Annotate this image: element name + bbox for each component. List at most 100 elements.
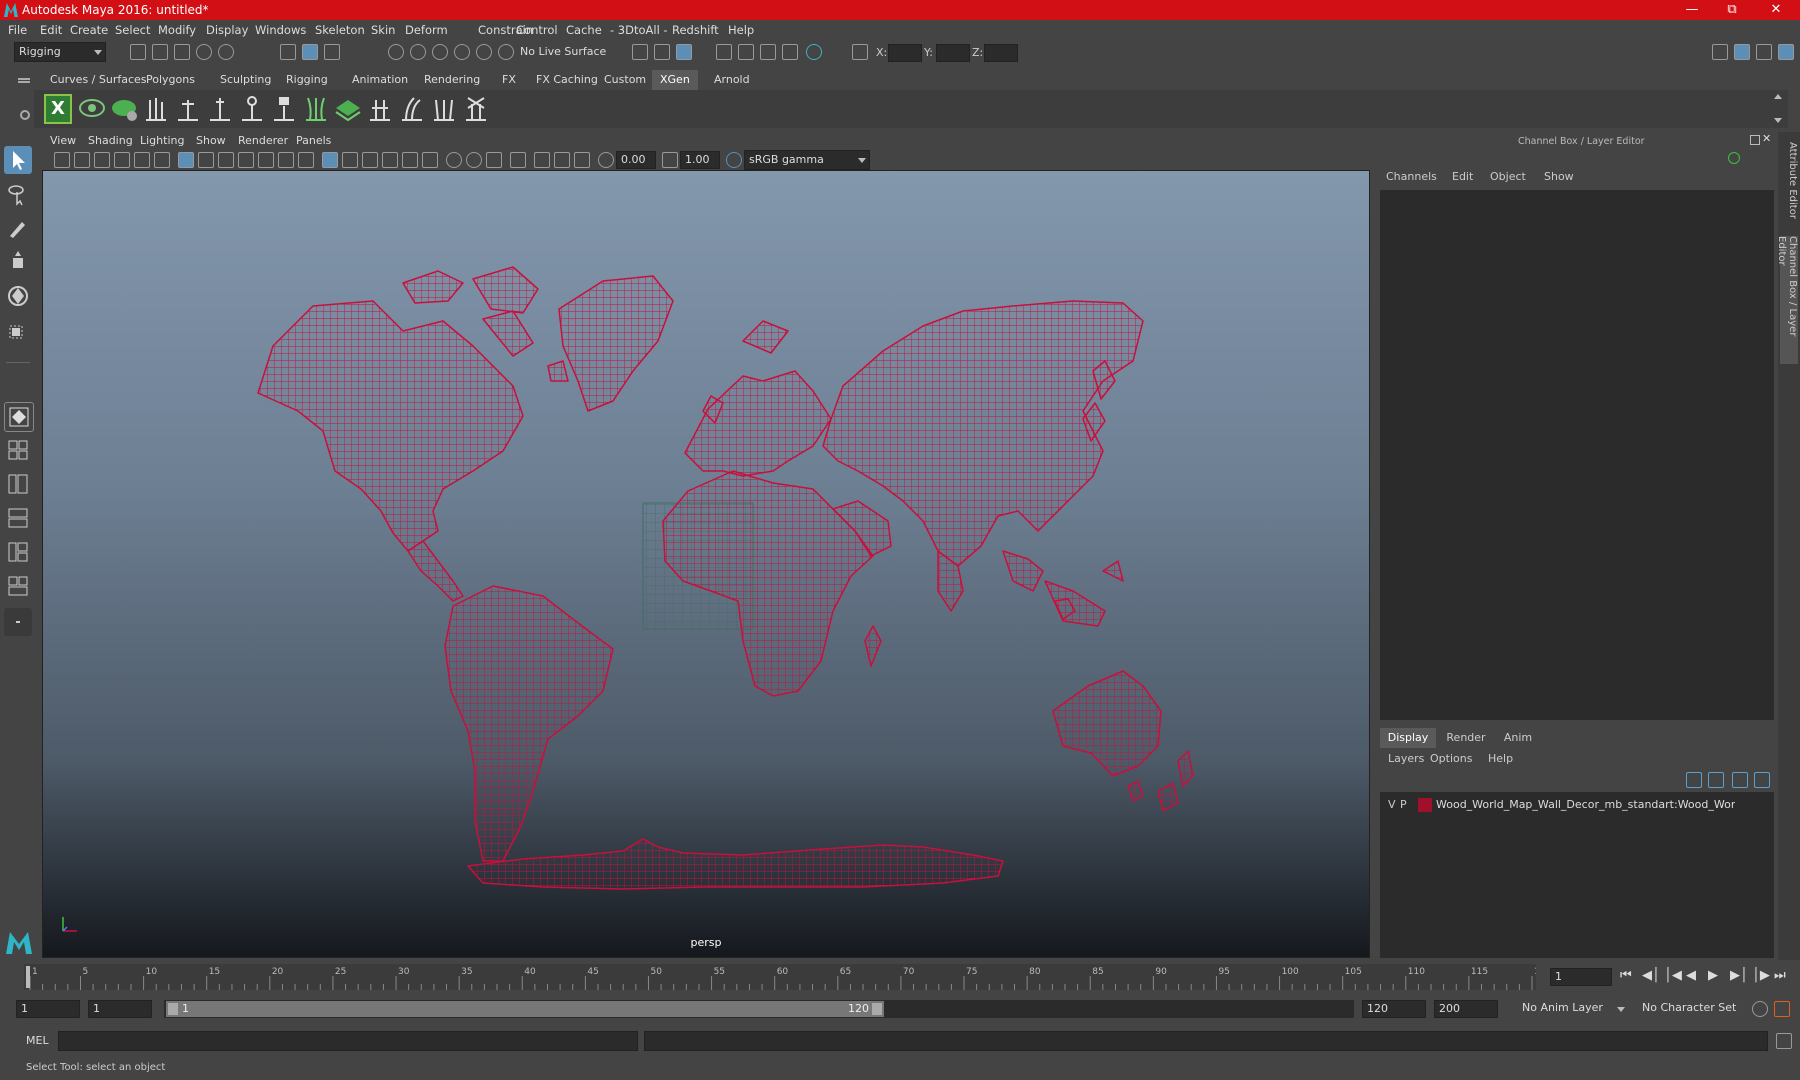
channel-box-side-tab[interactable]: Channel Box / Layer Editor bbox=[1776, 236, 1798, 364]
xgen-length-icon[interactable] bbox=[430, 94, 458, 124]
layer-playback-toggle[interactable]: P bbox=[1400, 798, 1407, 811]
menu-skeleton[interactable]: Skeleton bbox=[315, 23, 365, 37]
gate-mask-icon[interactable] bbox=[238, 152, 254, 168]
rotate-tool-icon[interactable] bbox=[4, 282, 32, 310]
menu-redshift[interactable]: Redshift bbox=[672, 23, 719, 37]
menuset-dropdown[interactable]: Rigging bbox=[14, 42, 106, 62]
anti-aliasing-icon[interactable] bbox=[486, 152, 502, 168]
exposure-icon[interactable] bbox=[598, 152, 614, 168]
arnold-render-icon[interactable] bbox=[806, 44, 822, 60]
select-component-icon[interactable] bbox=[324, 44, 340, 60]
xgen-editor-icon[interactable]: X bbox=[44, 94, 72, 124]
bookmarks-icon[interactable] bbox=[94, 152, 110, 168]
tab-display[interactable]: Display bbox=[1380, 728, 1436, 748]
lasso-tool-icon[interactable] bbox=[4, 180, 32, 208]
xgen-place-guide-icon[interactable] bbox=[206, 94, 234, 124]
menu-edit[interactable]: Edit bbox=[40, 23, 62, 37]
tab-anim[interactable]: Anim bbox=[1496, 728, 1540, 748]
float-panel-icon[interactable] bbox=[1750, 135, 1760, 145]
xgen-preview-icon[interactable] bbox=[78, 94, 106, 124]
select-object-icon[interactable] bbox=[302, 44, 318, 60]
field-chart-icon[interactable] bbox=[258, 152, 274, 168]
maya-home-icon[interactable] bbox=[4, 928, 34, 956]
play-backwards-icon[interactable]: ◀ bbox=[1686, 968, 1696, 983]
layer-color-swatch[interactable] bbox=[1418, 798, 1432, 812]
start-time-field[interactable]: 1 bbox=[16, 1000, 80, 1018]
xgen-lock-guide-icon[interactable] bbox=[270, 94, 298, 124]
safe-title-icon[interactable] bbox=[298, 152, 314, 168]
2d-pan-zoom-icon[interactable] bbox=[134, 152, 150, 168]
default-material-icon[interactable] bbox=[362, 152, 378, 168]
new-empty-layer-icon[interactable] bbox=[1732, 772, 1748, 788]
menu-select[interactable]: Select bbox=[115, 23, 150, 37]
motion-blur-icon[interactable] bbox=[466, 152, 482, 168]
xgen-sculpt-guide-icon[interactable] bbox=[238, 94, 266, 124]
channel-box-toggle-icon[interactable] bbox=[1778, 44, 1794, 60]
undo-icon[interactable] bbox=[196, 44, 212, 60]
shelf-tab-sculpting[interactable]: Sculpting bbox=[212, 70, 279, 90]
smooth-shade-icon[interactable] bbox=[342, 152, 358, 168]
resolution-gate-icon[interactable] bbox=[218, 152, 234, 168]
close-panel-icon[interactable]: ✕ bbox=[1762, 132, 1774, 146]
layer-row[interactable]: V P Wood_World_Map_Wall_Decor_mb_standar… bbox=[1380, 796, 1774, 814]
command-language-label[interactable]: MEL bbox=[26, 1034, 49, 1047]
xgen-guide-icon[interactable] bbox=[142, 94, 170, 124]
construction-history-icon[interactable] bbox=[632, 44, 648, 60]
step-back-key-icon[interactable]: │◀ bbox=[1664, 968, 1682, 983]
world-map-mesh[interactable] bbox=[43, 171, 1370, 958]
select-camera-icon[interactable] bbox=[54, 152, 70, 168]
attribute-editor-toggle-icon[interactable] bbox=[1734, 44, 1750, 60]
gamma-field[interactable]: 1.00 bbox=[680, 151, 720, 169]
redo-icon[interactable] bbox=[218, 44, 234, 60]
render-settings-icon[interactable] bbox=[738, 44, 754, 60]
time-slider-track[interactable]: 1 5 10 15 20 25 30 35 40 45 50 55 60 65 70 75 80 85 90 95 10… bbox=[24, 964, 1536, 990]
viewport-menu-renderer[interactable]: Renderer bbox=[238, 134, 288, 147]
render-frame-icon[interactable] bbox=[716, 44, 732, 60]
persp-graph-layout-icon[interactable] bbox=[4, 504, 32, 532]
step-back-frame-icon[interactable]: ◀│ bbox=[1642, 968, 1660, 983]
viewport-menu-panels[interactable]: Panels bbox=[296, 134, 331, 147]
viewport-menu-lighting[interactable]: Lighting bbox=[140, 134, 184, 147]
object-menu[interactable]: Object bbox=[1490, 170, 1526, 183]
persp-outliner-layout-icon[interactable] bbox=[4, 470, 32, 498]
menu-3dtoall[interactable]: - 3DtoAll - bbox=[610, 23, 668, 37]
persp-hypershade-layout-icon[interactable] bbox=[4, 538, 32, 566]
options-menu[interactable]: Options bbox=[1430, 752, 1472, 765]
z-field[interactable] bbox=[984, 44, 1018, 62]
scale-tool-icon[interactable] bbox=[4, 316, 32, 344]
channel-list[interactable] bbox=[1380, 190, 1774, 720]
shelf-tab-arnold[interactable]: Arnold bbox=[706, 70, 758, 90]
menu-deform[interactable]: Deform bbox=[405, 23, 448, 37]
playback-end-field[interactable]: 120 bbox=[1362, 1000, 1426, 1018]
snap-grid-icon[interactable] bbox=[388, 44, 404, 60]
viewport-menu-show[interactable]: Show bbox=[196, 134, 226, 147]
shelf-tab-fx-caching[interactable]: FX Caching bbox=[528, 70, 606, 90]
shelf-tab-fx[interactable]: FX bbox=[494, 70, 524, 90]
minimize-icon[interactable]: — bbox=[1672, 0, 1712, 20]
range-start-grip[interactable] bbox=[168, 1003, 178, 1015]
xgen-width-icon[interactable] bbox=[366, 94, 394, 124]
select-hierarchy-icon[interactable] bbox=[280, 44, 296, 60]
new-scene-icon[interactable] bbox=[130, 44, 146, 60]
live-surface-field[interactable]: No Live Surface bbox=[516, 44, 610, 62]
new-layer-selected-icon[interactable] bbox=[1754, 772, 1770, 788]
menu-windows[interactable]: Windows bbox=[255, 23, 306, 37]
script-editor-icon[interactable] bbox=[1776, 1033, 1792, 1049]
xgen-description-icon[interactable] bbox=[110, 94, 138, 124]
toolbox-more-icon[interactable] bbox=[4, 608, 32, 636]
shelf-tab-polygons[interactable]: Polygons bbox=[138, 70, 203, 90]
y-field[interactable] bbox=[936, 44, 970, 62]
ipr-render-icon[interactable] bbox=[676, 44, 692, 60]
menu-file[interactable]: File bbox=[8, 23, 27, 37]
gamma-icon[interactable] bbox=[662, 152, 678, 168]
attribute-editor-side-tab[interactable]: Attribute Editor bbox=[1780, 142, 1798, 222]
menu-cache[interactable]: Cache bbox=[566, 23, 602, 37]
transform-mode-icon[interactable] bbox=[852, 44, 868, 60]
layer-name[interactable]: Wood_World_Map_Wall_Decor_mb_standart:Wo… bbox=[1436, 798, 1735, 811]
menu-help[interactable]: Help bbox=[728, 23, 754, 37]
select-tool-icon[interactable] bbox=[4, 146, 32, 174]
character-set-dropdown[interactable]: No Character Set bbox=[1638, 1000, 1748, 1018]
end-time-field[interactable]: 200 bbox=[1434, 1000, 1498, 1018]
film-gate-icon[interactable] bbox=[198, 152, 214, 168]
range-slider-track[interactable]: 1 120 bbox=[164, 1000, 1354, 1018]
